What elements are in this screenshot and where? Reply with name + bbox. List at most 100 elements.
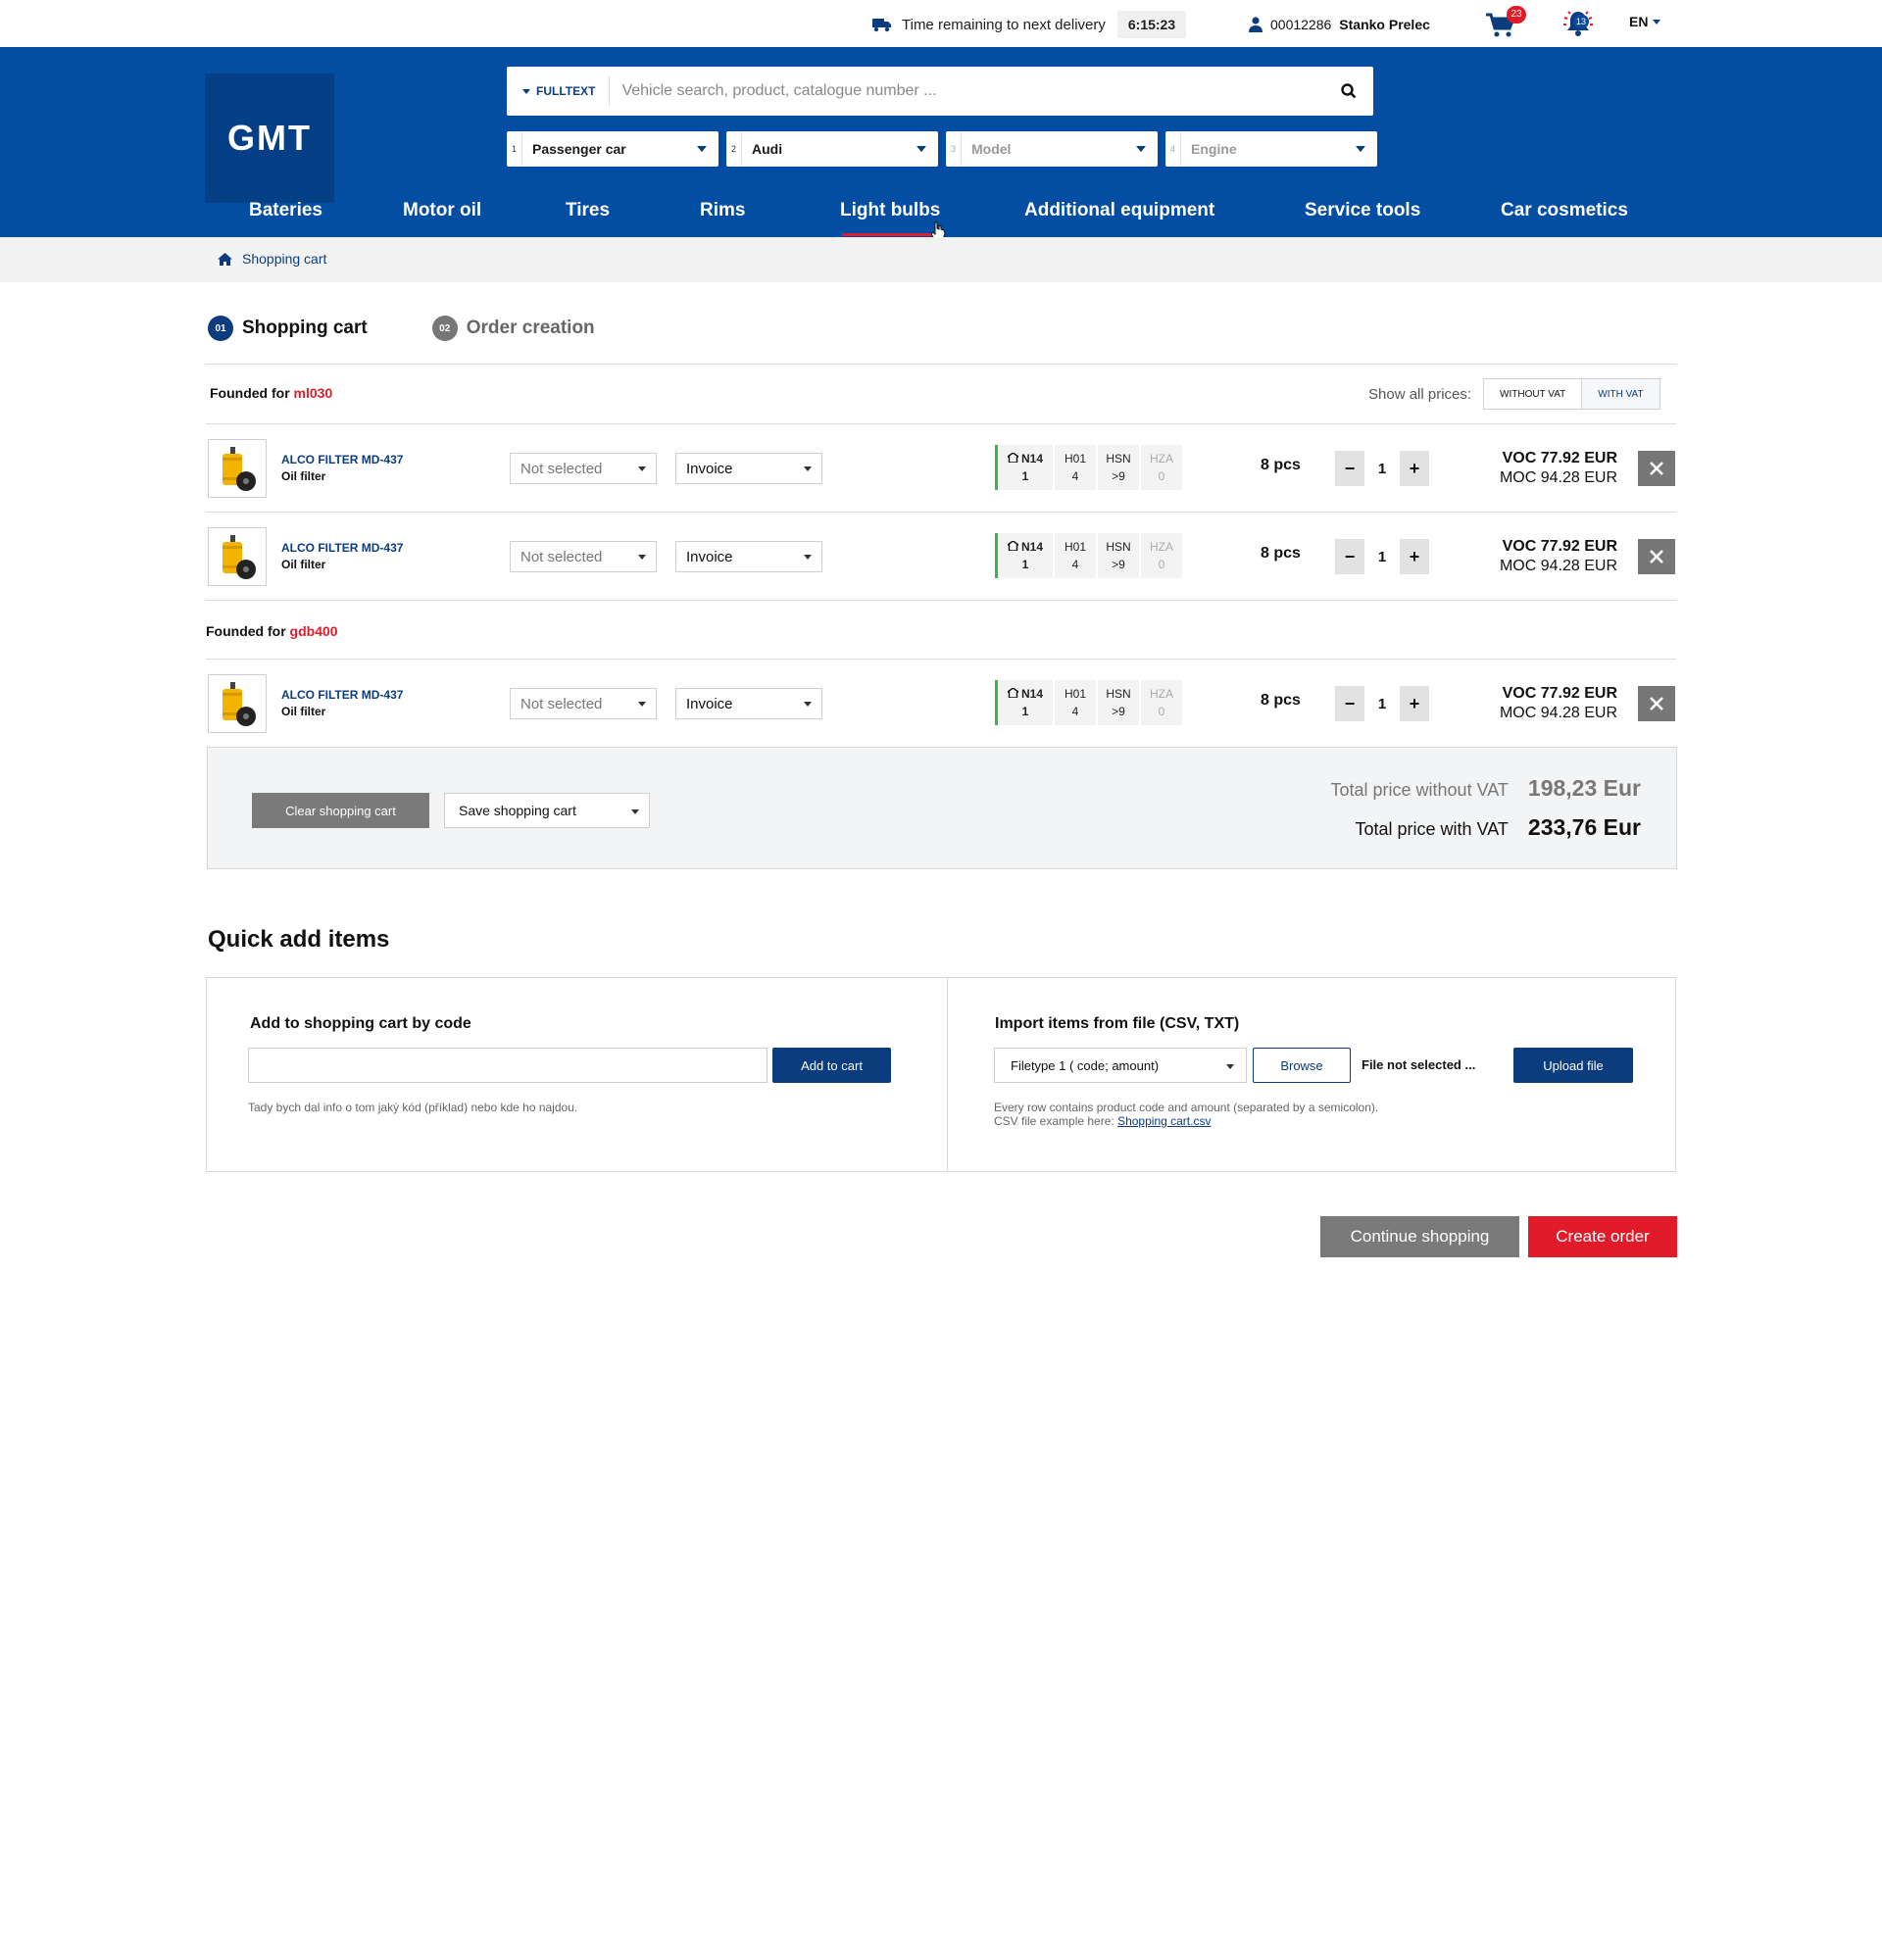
chevron-down-icon xyxy=(804,555,812,560)
product-name-link[interactable]: ALCO FILTER MD-437 xyxy=(281,453,403,466)
payment-select[interactable]: Invoice xyxy=(675,688,822,719)
cart-item-row: ALCO FILTER MD-437 Oil filter Not select… xyxy=(206,423,1676,512)
total-label: Total price with VAT xyxy=(1355,819,1509,839)
add-to-cart-button[interactable]: Add to cart xyxy=(772,1048,891,1083)
import-title: Import items from file (CSV, TXT) xyxy=(995,1015,1240,1032)
delivery-select[interactable]: Not selected xyxy=(510,541,657,572)
nav-item-additional-equipment[interactable]: Additional equipment xyxy=(1024,200,1214,221)
home-icon[interactable] xyxy=(218,252,232,266)
remove-item-button[interactable] xyxy=(1638,451,1675,486)
increase-button[interactable]: + xyxy=(1400,539,1429,574)
breadcrumb: Shopping cart xyxy=(0,237,1882,282)
search-button[interactable] xyxy=(1324,67,1373,116)
decrease-button[interactable]: − xyxy=(1335,539,1364,574)
product-name-link[interactable]: ALCO FILTER MD-437 xyxy=(281,541,403,555)
product-type: Oil filter xyxy=(281,558,326,571)
import-note: Every row contains product code and amou… xyxy=(994,1101,1378,1128)
nav-item-car-cosmetics[interactable]: Car cosmetics xyxy=(1501,200,1628,221)
vehicle-type-select[interactable]: 1 Passenger car xyxy=(507,131,718,167)
quantity-stepper: − 1 + xyxy=(1335,539,1429,574)
nav-item-light-bulbs[interactable]: Light bulbs xyxy=(840,200,940,221)
group-header: Founded for ml030 xyxy=(210,385,332,401)
quantity-value[interactable]: 1 xyxy=(1364,451,1400,486)
save-cart-select[interactable]: Save shopping cart xyxy=(444,793,650,828)
increase-button[interactable]: + xyxy=(1400,451,1429,486)
continue-shopping-button[interactable]: Continue shopping xyxy=(1320,1216,1519,1257)
close-icon xyxy=(1650,462,1663,475)
browse-button[interactable]: Browse xyxy=(1253,1048,1351,1083)
stock-label: H01 xyxy=(1064,540,1086,554)
payment-select[interactable]: Invoice xyxy=(675,453,822,484)
delivery-select[interactable]: Not selected xyxy=(510,453,657,484)
product-thumbnail[interactable] xyxy=(208,674,267,733)
warehouse-icon xyxy=(1005,540,1021,552)
stock-label: HZA xyxy=(1150,452,1173,466)
product-code-input[interactable] xyxy=(248,1048,768,1083)
notifications-button[interactable]: 13 xyxy=(1560,6,1600,41)
delivery-info: Time remaining to next delivery 6:15:23 xyxy=(872,10,1187,39)
step-number: 4 xyxy=(1165,131,1181,167)
quick-add-panel: Add to shopping cart by code Add to cart… xyxy=(206,977,1676,1172)
nav-item-motor-oil[interactable]: Motor oil xyxy=(403,200,481,221)
select-value: Invoice xyxy=(686,460,733,477)
csv-example-link[interactable]: Shopping cart.csv xyxy=(1117,1114,1211,1128)
stock-cell: HZA 0 xyxy=(1141,445,1182,490)
stock-value: >9 xyxy=(1112,469,1125,483)
stock-cell: HZA 0 xyxy=(1141,533,1182,578)
step-number-badge: 01 xyxy=(208,316,233,341)
step-number: 3 xyxy=(946,131,962,167)
vehicle-engine-select[interactable]: 4 Engine xyxy=(1165,131,1377,167)
stock-label: N14 xyxy=(1005,450,1043,467)
decrease-button[interactable]: − xyxy=(1335,451,1364,486)
oil-filter-image xyxy=(223,447,256,491)
import-note-line: Every row contains product code and amou… xyxy=(994,1101,1379,1114)
create-order-button[interactable]: Create order xyxy=(1528,1216,1677,1257)
nav-item-bateries[interactable]: Bateries xyxy=(249,200,322,221)
product-thumbnail[interactable] xyxy=(208,527,267,586)
decrease-button[interactable]: − xyxy=(1335,686,1364,721)
remove-item-button[interactable] xyxy=(1638,686,1675,721)
language-selector[interactable]: EN xyxy=(1629,14,1661,29)
gmt-logo[interactable]: GMT xyxy=(205,74,334,203)
product-thumbnail[interactable] xyxy=(208,439,267,498)
product-name-link[interactable]: ALCO FILTER MD-437 xyxy=(281,688,403,702)
delivery-select[interactable]: Not selected xyxy=(510,688,657,719)
total-with-vat: Total price with VAT 233,76 Eur xyxy=(1356,814,1641,841)
divider xyxy=(947,978,948,1171)
total-value: 233,76 Eur xyxy=(1527,814,1641,840)
vehicle-brand-select[interactable]: 2 Audi xyxy=(726,131,938,167)
filetype-select[interactable]: Filetype 1 ( code; amount) xyxy=(994,1048,1247,1083)
category-nav: Bateries Motor oil Tires Rims Light bulb… xyxy=(0,194,1882,241)
cart-button[interactable]: 23 xyxy=(1485,6,1528,41)
toggle-without-vat[interactable]: WITHOUT VAT xyxy=(1483,378,1583,410)
nav-item-rims[interactable]: Rims xyxy=(700,200,745,221)
payment-select[interactable]: Invoice xyxy=(675,541,822,572)
select-value: Invoice xyxy=(686,695,733,712)
quantity-value[interactable]: 1 xyxy=(1364,539,1400,574)
quantity-value[interactable]: 1 xyxy=(1364,686,1400,721)
search-mode-selector[interactable]: FULLTEXT xyxy=(507,76,611,106)
breadcrumb-current[interactable]: Shopping cart xyxy=(242,251,326,267)
nav-item-service-tools[interactable]: Service tools xyxy=(1305,200,1420,221)
nav-item-tires[interactable]: Tires xyxy=(566,200,610,221)
increase-button[interactable]: + xyxy=(1400,686,1429,721)
group-header: Founded for gdb400 xyxy=(206,623,338,639)
upload-file-button[interactable]: Upload file xyxy=(1513,1048,1633,1083)
stock-cell: N14 1 xyxy=(998,445,1053,490)
group-code: ml030 xyxy=(293,385,333,401)
chevron-down-icon xyxy=(638,702,646,707)
user-id: 00012286 xyxy=(1270,17,1332,32)
vehicle-model-select[interactable]: 3 Model xyxy=(946,131,1158,167)
remove-item-button[interactable] xyxy=(1638,539,1675,574)
price-toggle-label: Show all prices: xyxy=(1368,385,1472,403)
step-shopping-cart[interactable]: 01 Shopping cart xyxy=(208,316,368,341)
toggle-with-vat[interactable]: WITH VAT xyxy=(1582,378,1660,410)
truck-icon xyxy=(872,19,891,32)
user-account[interactable]: 00012286 Stanko Prelec xyxy=(1249,10,1430,39)
clear-cart-button[interactable]: Clear shopping cart xyxy=(252,793,429,828)
search-input[interactable] xyxy=(610,72,1324,111)
close-icon xyxy=(1650,550,1663,564)
step-order-creation[interactable]: 02 Order creation xyxy=(431,316,595,341)
stock-label: HZA xyxy=(1150,540,1173,554)
total-without-vat: Total price without VAT 198,23 Eur xyxy=(1331,775,1642,802)
